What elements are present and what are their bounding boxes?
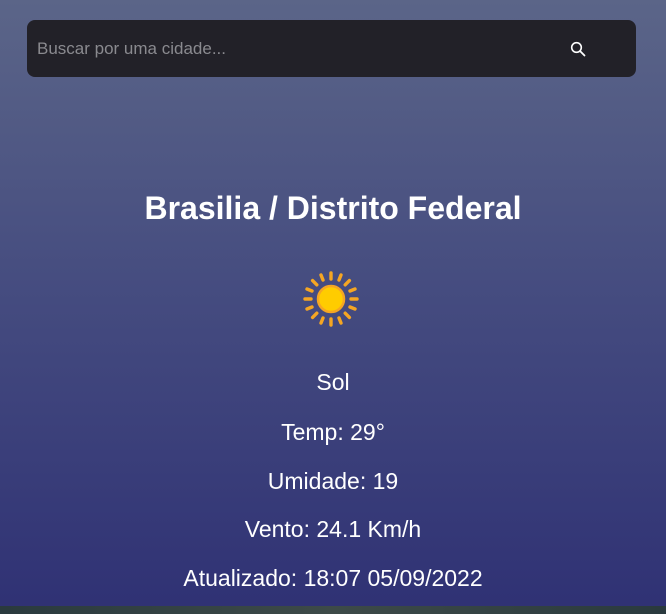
city-title: Brasilia / Distrito Federal <box>144 190 522 226</box>
weather-wind: Vento: 24.1 Km/h <box>244 516 422 542</box>
search-button[interactable] <box>548 20 608 77</box>
search-icon <box>570 41 586 56</box>
sun-icon <box>303 271 359 327</box>
search-bar <box>27 20 636 77</box>
search-input[interactable] <box>27 20 548 77</box>
weather-updated: Atualizado: 18:07 05/09/2022 <box>183 565 483 591</box>
weather-condition: Sol <box>316 369 350 395</box>
bottom-strip <box>0 606 666 614</box>
weather-humidity: Umidade: 19 <box>267 468 399 494</box>
weather-temperature: Temp: 29° <box>281 419 385 445</box>
